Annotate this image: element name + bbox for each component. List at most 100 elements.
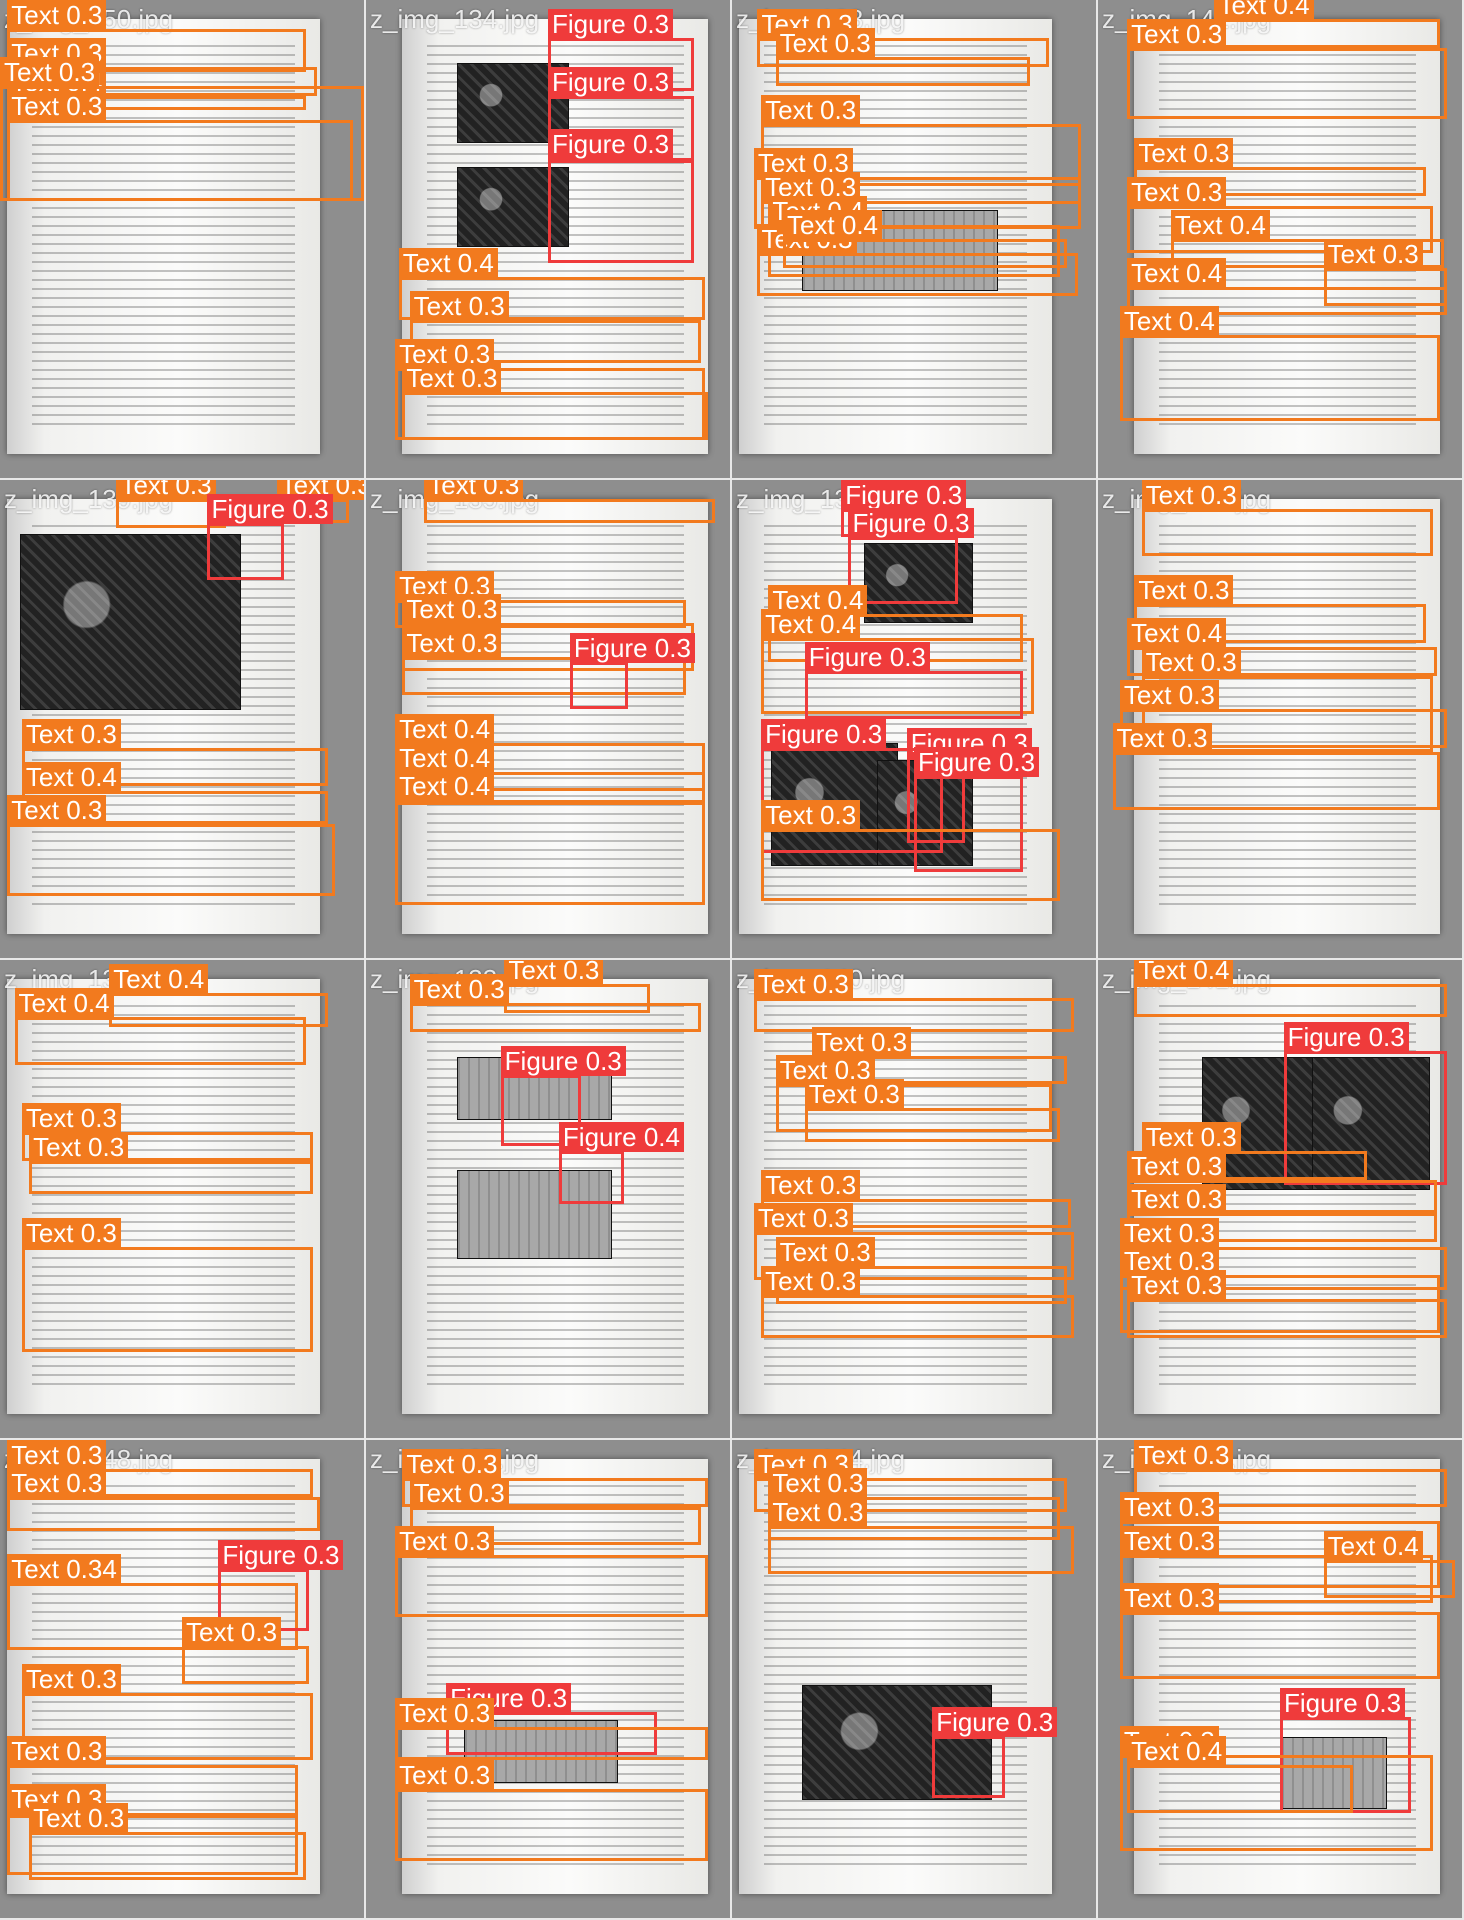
detection-class: Text [1131,1184,1179,1215]
detection-class: Figure [552,66,626,97]
detection-label: Figure 0.3 [804,642,930,673]
detection-score: 0.3 [998,747,1036,778]
detection-score: 0.3 [1171,723,1208,754]
detection-score: 0.3 [1178,680,1215,711]
figure-detection-box: Figure 0.3 [804,642,1024,719]
detection-label: Text 0.4 [761,608,861,639]
mosaic-tile: z_img_144.jpgText 0.3Text 0.3Text 0.3Fig… [732,1440,1098,1920]
detection-score: 0.3 [812,969,849,1000]
detection-label: Text 0.4 [1127,257,1227,288]
detection-score: 0.3 [871,1026,908,1057]
detection-class: Text [1145,1122,1194,1153]
detection-score: 0.3 [834,28,871,59]
text-detection-box: Text 0.4 [395,771,705,906]
figure-detection-box: Figure 0.3 [932,1707,1058,1799]
detection-score: 0.3 [292,494,329,525]
detection-label: Text 0.4 [109,964,209,995]
detection-label: Figure 0.3 [500,1045,626,1076]
detection-score: 0.3 [820,1265,857,1296]
detection-score: 0.3 [827,1497,864,1528]
detection-score: 0.3 [1193,138,1230,169]
detection-label: Text 0.3 [29,1802,129,1833]
detection-class: Text [1123,305,1172,336]
text-detection-box: Text 0.3 [1119,1583,1441,1679]
mosaic-tile: z_img_139.jpgText 0.3Text 0.3Figure 0.3T… [0,480,366,960]
detection-label: Text 0.3 [1141,1122,1241,1153]
detection-label: Text 0.4 [398,248,498,279]
detection-label: Figure 0.3 [548,9,674,40]
detection-class: Text [25,1217,74,1248]
detection-class: Text [808,1079,857,1110]
detection-score: 0.3 [66,795,103,826]
detection-label: Text 0.3 [1119,1525,1219,1556]
detection-score: 0.3 [632,66,670,97]
detection-score: 0.4 [1178,305,1215,336]
detection-label: Text 0.4 [21,761,121,792]
detection-score: 0.3 [1186,1270,1223,1301]
detection-score: 0.3 [820,95,857,126]
detection-score: 0.3 [468,1477,505,1508]
detection-class: Text [1138,575,1187,606]
detection-class: Text [120,480,169,501]
detection-score: 0.3 [926,480,963,510]
detection-class: Figure [765,718,839,749]
detection-score: 0.3 [1186,176,1223,207]
detection-label: Figure 0.3 [932,1707,1058,1738]
detection-label: Text 0.4 [395,713,495,744]
detection-class: Figure [573,632,648,663]
detection-score: 0.4 [820,608,857,639]
text-detection-box: Text 0.4 [1214,0,1441,48]
detection-label: Text 0.3 [1127,1270,1227,1301]
detection-class: Text [11,795,59,826]
detection-class: Text [1218,0,1267,21]
mosaic-tile: z_img_140.jpgText 0.3Text 0.3Text 0.3Tex… [732,960,1098,1440]
detection-class: Text [1131,618,1179,649]
mosaic-tile: z_img_141.jpgText 0.4Figure 0.3Text 0.3T… [1098,960,1464,1440]
detection-label: Text 0.3 [402,627,502,658]
detection-label: Text 0.3 [116,480,216,501]
detection-label: Text 0.3 [21,1103,121,1134]
text-detection-box: Text 0.4 [1323,1530,1455,1598]
detection-class: Figure [562,1122,637,1153]
figure-detection-box: Figure 0.3 [207,494,333,581]
mosaic-tile: z_img_134.jpg Figure 0.3 Figure 0.3 Figure … [366,0,732,480]
detection-class: Figure [918,747,992,778]
mosaic-tile: z_img_132.jpg Text 0.4 Text 0.4 Text 0.3 Tex… [0,960,366,1440]
detection-class: Text [1123,1492,1172,1523]
text-detection-box: Text 0.3 [21,1217,314,1352]
detection-label: Figure 0.3 [548,128,674,159]
detection-class: Text [399,1697,447,1728]
detection-score: 0.3 [454,1697,491,1728]
detection-label: Text 0.3 [1141,646,1241,677]
detection-label: Text 0.3 [1127,176,1227,207]
detection-score: 0.4 [643,1122,680,1153]
figure-detection-box: Figure 0.3 [548,128,694,263]
detection-label: Figure 0.3 [569,632,695,663]
detection-label: Text 0.3 [402,362,502,393]
detection-score: 0.3 [461,627,498,658]
mosaic-tile: z_img_142.jpgText 0.4Text 0.3Text 0.3Tex… [1098,0,1464,480]
detection-class: Text [779,28,828,59]
detection-label: Text 0.4 [1127,1736,1227,1767]
detection-score: 0.3 [1178,1492,1215,1523]
detection-class: Text [33,1802,81,1833]
detection-label: Figure 0.3 [761,718,887,749]
detection-label: Text 0.3 [775,1236,875,1267]
detection-score: 0.4 [80,761,117,792]
detection-label: Text 0.3 [7,795,107,826]
detection-label: Text 0.3 [395,1759,495,1790]
text-detection-box: Text 0.3 [29,1802,306,1880]
detection-class: Text [765,799,813,830]
detection-class: Text [765,1265,813,1296]
detection-score: 0.3 [863,1079,900,1110]
detection-score: 0.3 [175,480,212,501]
detection-label: Figure 0.3 [1283,1021,1409,1052]
detection-class: Text [772,1468,821,1499]
detection-class: Text [508,960,556,985]
detection-label: Text 0.3 [1119,680,1219,711]
detection-score: 0.3 [88,1802,125,1833]
detection-score: 0.3 [468,291,505,322]
detection-label: Text 0.3 [7,1736,107,1767]
detection-score: 0.3 [1364,1688,1402,1719]
detection-score: 0.3 [80,718,117,749]
